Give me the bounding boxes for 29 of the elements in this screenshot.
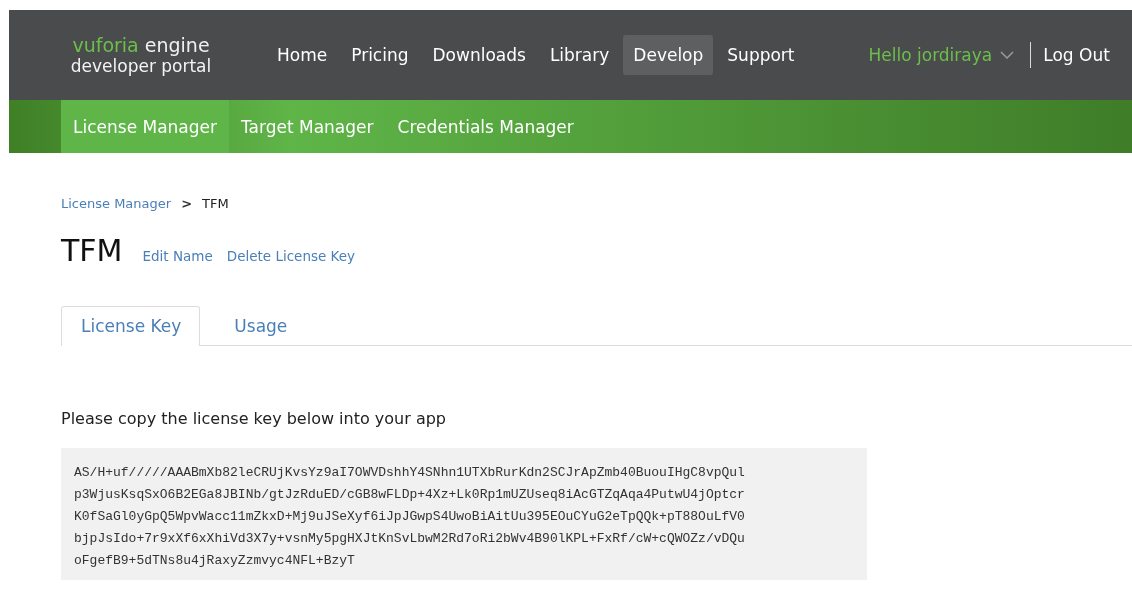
logo-subtitle: developer portal	[70, 56, 212, 76]
nav-link[interactable]: Home	[267, 35, 338, 75]
title-action-link[interactable]: Edit Name	[142, 248, 213, 264]
breadcrumb-link[interactable]: License Manager	[61, 196, 172, 211]
license-key-line: oFgefB9+5dTNs8u4jRaxyZzmvyc4NFL+BzyT	[74, 552, 356, 570]
chevron-down-icon	[1000, 51, 1015, 59]
user-menu[interactable]: Hello jordiraya	[868, 45, 1015, 65]
nav-link[interactable]: Develop	[623, 35, 714, 75]
license-key-line: bjpJsIdo+7r9xXf6xXhiVd3X7y+vsnMy5pgHXJtKnSvLbwM2Rd7oRi2bWv4B90lKPL+FxRf/cW+cQWOZz/vDQu	[74, 530, 746, 548]
tab[interactable]: Usage	[214, 306, 307, 346]
breadcrumb-separator: >	[181, 196, 193, 211]
nav-link[interactable]: Library	[539, 35, 620, 75]
title-action-link[interactable]: Delete License Key	[226, 248, 356, 264]
subnav-tab[interactable]: Credentials Manager	[385, 100, 586, 153]
product-name: engine	[144, 34, 210, 56]
nav-link[interactable]: Downloads	[422, 35, 536, 75]
breadcrumb-current: TFM	[202, 196, 229, 211]
tab[interactable]: License Key	[61, 306, 201, 346]
subnav-tab[interactable]: Target Manager	[229, 100, 386, 153]
license-key-line: p3WjusKsqSxO6B2EGa8JBINb/gtJzRduED/cGB8wFLDp+4Xz+Lk0Rp1mUZUseq8iAcGTZqAqa4PutwU4jOptcr	[74, 486, 746, 504]
license-key-line: K0fSaGl0yGpQ5WpvWacc11mZkxD+Mj9uJSeXyf6iJpJGwpS4UwoBiAitUu395EOuCYuG2eTpQQk+pT88OuLfV0	[74, 508, 746, 526]
nav-link[interactable]: Support	[717, 35, 805, 75]
license-key-line: AS/H+uf/////AAABmXb82leCRUjKvsYz9aI7OWVDshhY4SNhn1UTXbRurKdn2SCJrApZmb40BuouIHgC8vpQul	[74, 464, 746, 482]
nav-link[interactable]: Pricing	[341, 35, 419, 75]
brand-name: vuforia	[72, 34, 139, 56]
page-title: TFM	[61, 233, 123, 268]
logout-link[interactable]: Log Out	[1043, 45, 1110, 65]
subnav-tab[interactable]: License Manager	[61, 100, 229, 153]
instructions-text: Please copy the license key below into your app	[61, 409, 447, 428]
